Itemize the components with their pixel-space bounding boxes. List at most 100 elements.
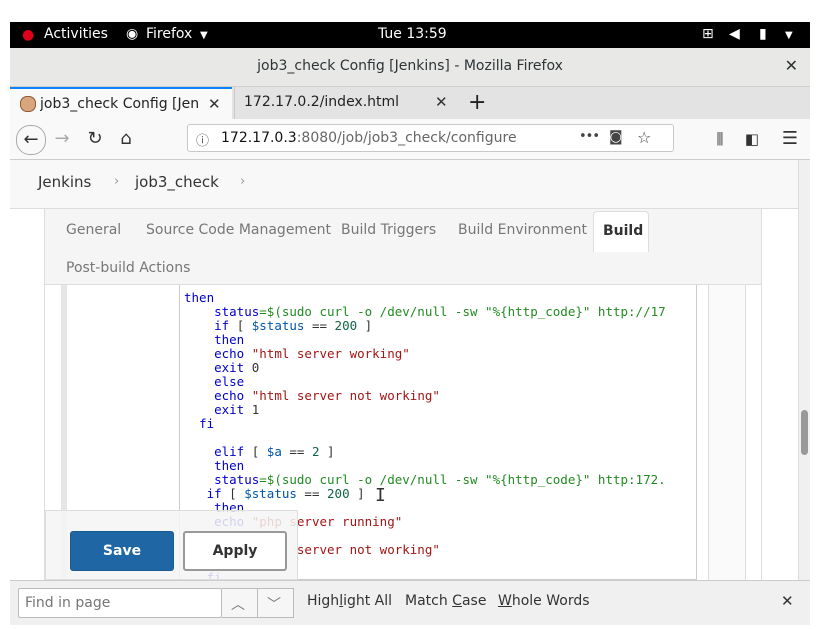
code-token: echo — [214, 346, 245, 361]
network-icon[interactable]: ⊞ — [702, 26, 714, 42]
tab-close-icon[interactable]: ✕ — [435, 93, 448, 111]
tab-index-html[interactable]: 172.17.0.2/index.html ✕ — [234, 87, 460, 119]
tab-build-label: Build — [603, 223, 644, 239]
breadcrumb-separator-icon[interactable]: › — [240, 174, 245, 189]
code-token: http:172. — [590, 472, 666, 487]
tab-source-code-management[interactable]: Source Code Management — [146, 222, 331, 238]
code-token: == — [304, 318, 335, 333]
code-line: then — [184, 459, 666, 473]
tab-close-icon[interactable]: ✕ — [208, 95, 221, 113]
breadcrumb-jenkins[interactable]: Jenkins — [38, 173, 91, 191]
info-icon[interactable]: ⓘ — [196, 130, 209, 149]
url-text[interactable]: 172.17.0.3:8080/job/job3_check/configure — [221, 130, 517, 146]
window-close-button[interactable]: ✕ — [785, 56, 798, 75]
forward-button[interactable]: → — [50, 127, 74, 151]
back-button[interactable]: ← — [16, 125, 46, 155]
sidebar-button[interactable]: ◧ — [740, 127, 764, 151]
code-line: status=$(sudo curl -o /dev/null -sw "%{h… — [184, 305, 666, 319]
sidebar-icon: ◧ — [744, 130, 760, 148]
tab-label: 172.17.0.2/index.html — [244, 94, 400, 110]
page-scrollbar-thumb[interactable] — [801, 410, 808, 455]
code-line: exit 1 — [184, 403, 666, 417]
gnome-top-bar: ● Activities ◉ Firefox ▼ Tue 13:59 ⊞ ◀ ▮… — [10, 22, 810, 48]
reload-button[interactable]: ↻ — [83, 127, 107, 151]
window-title-bar: job3_check Config [Jenkins] - Mozilla Fi… — [10, 48, 810, 87]
highlight-all-toggle[interactable]: Highlight All — [307, 593, 392, 609]
code-line: exit 0 — [184, 361, 666, 375]
home-button[interactable]: ⌂ — [114, 127, 138, 151]
code-line: echo "html server working" — [184, 347, 666, 361]
find-previous-button[interactable]: ︿ — [231, 594, 245, 614]
tab-build-triggers[interactable]: Build Triggers — [341, 222, 436, 238]
code-token: then — [214, 458, 245, 473]
arrow-left-icon: ← — [23, 129, 39, 150]
tab-general[interactable]: General — [66, 222, 121, 238]
library-button[interactable]: ⫼ — [708, 127, 732, 151]
code-line: fi — [184, 417, 666, 431]
new-tab-button[interactable]: + — [466, 87, 490, 119]
jenkins-favicon-icon — [20, 96, 36, 112]
code-token: if — [214, 318, 230, 333]
highlight-all-label-a: High — [307, 593, 340, 609]
url-path: :8080/job/job3_check/configure — [296, 130, 517, 146]
volume-icon[interactable]: ◀ — [729, 26, 740, 42]
library-icon: ⫼ — [716, 130, 724, 148]
match-case-toggle[interactable]: Match Case — [405, 593, 486, 609]
pocket-icon[interactable]: ◙ — [609, 129, 623, 145]
bookmark-star-icon[interactable]: ☆ — [637, 128, 651, 147]
code-token: 1 — [244, 402, 260, 417]
apply-button[interactable]: Apply — [183, 531, 287, 571]
code-token: status — [214, 472, 260, 487]
code-line: if [ $status == 200 ] — [184, 487, 666, 501]
plus-icon: + — [468, 90, 487, 115]
save-apply-bar: Save Apply — [45, 510, 298, 580]
tab-build[interactable]: Build — [593, 211, 649, 252]
page-scrollbar[interactable] — [798, 160, 810, 580]
code-token: [ — [221, 486, 245, 501]
find-input[interactable] — [18, 588, 222, 618]
redhat-logo-icon: ● — [22, 27, 35, 43]
code-token: if — [206, 486, 222, 501]
tab-post-build-actions[interactable]: Post-build Actions — [66, 260, 190, 276]
home-icon: ⌂ — [120, 128, 132, 149]
code-token: $status — [244, 486, 297, 501]
battery-icon[interactable]: ▮ — [759, 26, 767, 42]
app-menu-button[interactable]: Firefox — [146, 26, 192, 42]
save-button[interactable]: Save — [70, 531, 174, 571]
whole-words-accesskey: W — [498, 593, 512, 609]
code-token: =$(sudo curl -o /dev/null -sw — [259, 304, 486, 319]
whole-words-toggle[interactable]: Whole Words — [498, 593, 590, 609]
breadcrumb-job3-check[interactable]: job3_check — [135, 173, 219, 191]
match-case-label-a: Match — [405, 593, 453, 609]
match-case-accesskey: C — [452, 593, 462, 609]
find-bar-close-button[interactable]: ✕ — [781, 592, 794, 610]
code-token: 200 — [334, 318, 358, 333]
code-token: elif — [214, 444, 245, 459]
page-actions-icon[interactable]: ••• — [579, 129, 600, 144]
find-next-button[interactable]: ﹀ — [267, 594, 281, 614]
code-token: http://17 — [590, 304, 666, 319]
code-line: else — [184, 375, 666, 389]
code-token: [ — [244, 444, 267, 459]
system-menu-arrow-icon[interactable]: ▼ — [785, 30, 793, 41]
code-token: 2 — [311, 444, 320, 459]
tab-build-environment[interactable]: Build Environment — [458, 222, 587, 238]
find-bar: ︿ ﹀ Highlight All Match Case Whole Words… — [10, 580, 810, 625]
code-line: elif [ $a == 2 ] — [184, 445, 666, 459]
hamburger-icon: ☰ — [781, 128, 799, 149]
clock[interactable]: Tue 13:59 — [378, 26, 447, 42]
match-case-label-b: ase — [461, 593, 487, 609]
text-cursor-icon: I — [375, 485, 386, 506]
code-token: $status — [251, 318, 305, 333]
firefox-app-icon: ◉ — [126, 26, 139, 42]
code-line: then — [184, 333, 666, 347]
find-nav-group: ︿ ﹀ — [222, 588, 294, 618]
tab-jenkins-config[interactable]: job3_check Config [Jenkins] ✕ — [10, 87, 232, 119]
url-bar[interactable]: ⓘ 172.17.0.3:8080/job/job3_check/configu… — [187, 124, 674, 152]
code-token: "html server not working" — [251, 388, 440, 403]
code-token: status — [214, 304, 260, 319]
breadcrumb-separator-icon[interactable]: › — [114, 174, 119, 189]
activities-button[interactable]: Activities — [44, 26, 108, 42]
menu-button[interactable]: ☰ — [778, 127, 802, 151]
